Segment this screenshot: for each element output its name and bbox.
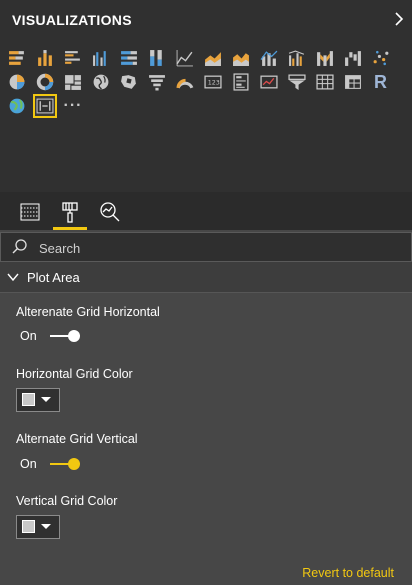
revert-to-default-link[interactable]: Revert to default [302,566,394,580]
visualizations-header: VISUALIZATIONS [0,0,412,38]
card-icon: 123 [204,75,222,89]
kpi-icon [260,75,278,89]
visual-type-button[interactable] [229,70,253,94]
visual-type-button[interactable] [285,46,309,70]
line-and-clustered-column-icon [288,50,305,66]
visual-type-button[interactable] [285,70,309,94]
pane-tabs [0,192,412,230]
horizontal-grid-color-picker[interactable] [16,388,60,412]
waterfall-chart-icon [345,51,361,66]
line-chart-icon [176,50,193,67]
plot-area-section-header[interactable]: Plot Area [0,262,412,292]
area-chart-icon [205,52,221,66]
clustered-bar-chart-icon [65,51,80,64]
color-swatch [22,520,35,533]
vertical-grid-color-label: Vertical Grid Color [16,494,118,508]
alt-grid-vertical-toggle[interactable] [50,457,82,471]
more-visuals-icon: ··· [63,97,83,114]
visual-type-button[interactable] [89,46,113,70]
format-paint-roller-tab-icon [62,202,78,223]
treemap-icon [65,75,81,90]
alt-grid-horizontal-toggle[interactable] [50,329,82,343]
visual-type-button[interactable] [33,70,57,94]
svg-text:123: 123 [208,80,220,87]
visual-icon-grid: 123 R ··· [5,46,405,118]
100-stacked-bar-chart-icon [121,51,137,65]
toggle-knob [68,458,80,470]
pane-title: VISUALIZATIONS [12,12,132,28]
visual-type-button[interactable] [89,70,113,94]
visual-type-button[interactable] [341,46,365,70]
search-input[interactable] [37,237,401,259]
slicer-icon [288,74,306,90]
section-title: Plot Area [27,270,80,285]
ribbon-chart-icon [317,51,333,66]
visual-type-button[interactable]: 123 [201,70,225,94]
visual-type-button[interactable] [257,46,281,70]
visual-type-button[interactable] [201,46,225,70]
100-stacked-column-chart-icon [150,50,162,66]
visual-type-button[interactable] [173,70,197,94]
line-and-stacked-column-icon [260,50,278,66]
caret-down-icon [41,524,51,529]
visual-type-button[interactable] [145,70,169,94]
visual-type-button[interactable] [173,46,197,70]
toggle-knob [68,330,80,342]
visual-type-button[interactable] [369,46,393,70]
visual-type-button[interactable] [61,70,85,94]
stacked-column-chart-icon [38,50,52,66]
tab-format[interactable] [53,196,87,230]
visual-gallery: 123 R ··· [0,38,412,192]
vertical-grid-color-picker[interactable] [16,515,60,539]
visual-type-button[interactable] [341,70,365,94]
visual-type-button[interactable] [257,70,281,94]
alt-grid-horizontal-state: On [20,329,37,343]
visual-type-button[interactable] [313,70,337,94]
visual-type-button[interactable] [117,70,141,94]
visual-type-button[interactable] [33,46,57,70]
clustered-column-chart-icon [93,51,106,66]
horizontal-grid-color-label: Horizontal Grid Color [16,367,133,381]
map-icon [93,74,109,90]
scatter-chart-icon [373,50,389,66]
globe-map-icon [9,98,25,114]
table-icon [316,74,334,90]
color-swatch [22,393,35,406]
tab-analytics[interactable] [93,196,127,228]
filled-map-icon [121,75,136,89]
alt-grid-vertical-label: Alternate Grid Vertical [16,432,138,446]
visual-type-button[interactable] [117,46,141,70]
gauge-icon [176,78,194,89]
visual-type-button[interactable] [5,94,29,118]
caret-down-icon [41,397,51,402]
visual-type-button[interactable] [145,46,169,70]
search-icon [12,239,27,254]
alt-grid-vertical-state: On [20,457,37,471]
tab-fields[interactable] [13,196,47,228]
matrix-icon [345,75,361,89]
stacked-area-chart-icon [233,53,249,66]
visual-type-button[interactable] [33,94,57,118]
r-script-visual-icon: R [374,71,388,92]
visual-type-button[interactable]: ··· [61,94,85,118]
pie-chart-icon [9,74,25,90]
visual-type-button[interactable] [61,46,85,70]
multi-row-card-icon [233,73,249,91]
visual-type-button[interactable] [5,70,29,94]
visual-type-button[interactable] [5,46,29,70]
stacked-bar-chart-icon [9,51,24,65]
donut-chart-icon [36,73,54,91]
analytics-tab-icon [100,202,120,222]
chevron-down-icon [7,273,19,282]
section-divider [0,292,412,293]
fields-tab-icon [20,203,40,221]
visual-type-button[interactable]: R [369,70,393,94]
visual-type-button[interactable] [313,46,337,70]
funnel-icon [149,75,165,91]
search-box[interactable] [0,232,412,262]
custom-visual-selected-icon [36,98,54,114]
alt-grid-horizontal-label: Alterenate Grid Horizontal [16,305,160,319]
chevron-right-icon[interactable] [392,10,406,28]
visual-type-button[interactable] [229,46,253,70]
